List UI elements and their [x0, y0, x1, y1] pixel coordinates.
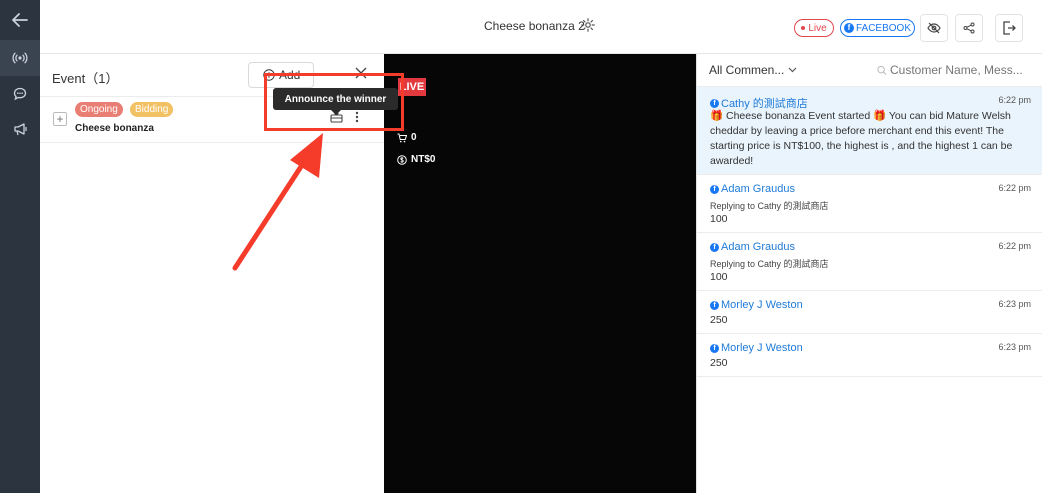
facebook-icon: f	[710, 98, 719, 108]
gear-icon[interactable]	[581, 18, 595, 35]
facebook-icon: f	[710, 343, 719, 353]
comment-filter-dropdown[interactable]: All Commen...	[709, 63, 797, 77]
comment-author-name[interactable]: Morley J Weston	[721, 299, 803, 311]
back-arrow-icon[interactable]	[0, 2, 40, 38]
visibility-button[interactable]	[920, 14, 948, 42]
share-button[interactable]	[955, 14, 983, 42]
platform-label: FACEBOOK	[855, 22, 911, 34]
status-badge-ongoing: Ongoing	[75, 102, 123, 117]
expand-plus-icon[interactable]: +	[53, 112, 67, 126]
comment-time: 6:22 pm	[998, 183, 1031, 193]
eye-slash-icon	[927, 22, 941, 34]
coin-icon	[397, 154, 407, 165]
comment-body: 100	[710, 271, 728, 283]
comment-author[interactable]: f Morley J Weston	[710, 299, 803, 311]
cart-icon	[397, 133, 407, 142]
comment-body: 250	[710, 357, 728, 369]
sales-amount: NT$0	[411, 154, 436, 165]
comment-item[interactable]: f Adam Graudus 6:22 pm Replying to Cathy …	[697, 233, 1042, 291]
live-status-badge: Live	[794, 19, 834, 37]
chat-icon[interactable]	[0, 76, 40, 112]
comment-item[interactable]: f Adam Graudus 6:22 pm Replying to Cathy …	[697, 175, 1042, 233]
exit-button[interactable]	[995, 14, 1023, 42]
broadcast-icon[interactable]	[0, 40, 40, 76]
video-cart-stat: 0	[397, 132, 417, 143]
live-dot-icon	[801, 26, 806, 30]
annotation-highlight-box	[264, 73, 404, 131]
comment-author[interactable]: f Adam Graudus	[710, 241, 795, 253]
comment-time: 6:22 pm	[998, 95, 1031, 105]
comment-time: 6:23 pm	[998, 299, 1031, 309]
comment-search[interactable]	[877, 63, 1035, 77]
comment-author-name[interactable]: Adam Graudus	[721, 241, 795, 253]
annotation-arrow-icon	[232, 133, 323, 271]
facebook-icon: f	[710, 242, 719, 252]
facebook-platform-badge: f FACEBOOK	[840, 19, 915, 37]
comment-search-input[interactable]	[890, 63, 1035, 77]
status-badge-bidding: Bidding	[130, 102, 174, 117]
top-bar: Cheese bonanza 2 Live f FACEBOOK	[40, 0, 1042, 54]
comment-filter-label: All Commen...	[709, 63, 785, 77]
megaphone-icon[interactable]	[0, 111, 40, 147]
comment-item[interactable]: f Morley J Weston 6:23 pm 250	[697, 334, 1042, 377]
live-video-player[interactable]: LIVE 0 NT$0	[384, 54, 696, 493]
comment-time: 6:23 pm	[998, 342, 1031, 352]
exit-icon	[1003, 21, 1016, 35]
share-icon	[963, 22, 975, 34]
comment-time: 6:22 pm	[998, 241, 1031, 251]
comment-reply-to: Replying to Cathy 的測試商店	[710, 259, 829, 269]
facebook-icon: f	[710, 184, 719, 194]
comment-body: 🎁 Cheese bonanza Event started 🎁 You can…	[710, 110, 1013, 167]
comments-panel: All Commen... fCathy 的測試商店 6:22 pm 🎁 Che…	[696, 54, 1042, 493]
comment-reply-to: Replying to Cathy 的測試商店	[710, 201, 829, 211]
comment-item[interactable]: f Morley J Weston 6:23 pm 250	[697, 291, 1042, 334]
comment-author-name[interactable]: Morley J Weston	[721, 342, 803, 354]
comment-author[interactable]: f Adam Graudus	[710, 183, 795, 195]
comment-author[interactable]: f Morley J Weston	[710, 342, 803, 354]
comment-author-name[interactable]: Adam Graudus	[721, 183, 795, 195]
page-title: Cheese bonanza 2	[484, 19, 585, 33]
comment-body: 250	[710, 314, 728, 326]
comment-body: 100	[710, 213, 728, 225]
comment-item[interactable]: f Cathy 的測試商店 6:22 pm 🎁 Cheese bonanza Ev…	[697, 87, 1042, 175]
facebook-icon: f	[710, 300, 719, 310]
cart-count: 0	[411, 132, 417, 143]
chevron-down-icon	[788, 67, 797, 73]
left-rail	[0, 0, 40, 493]
search-icon	[877, 65, 887, 75]
event-name: Cheese bonanza	[75, 123, 154, 134]
video-amount-stat: NT$0	[397, 154, 435, 165]
live-label: Live	[808, 22, 827, 34]
facebook-icon: f	[843, 23, 854, 33]
event-panel-title: Event（1）	[52, 71, 119, 86]
comments-header: All Commen...	[697, 54, 1042, 87]
